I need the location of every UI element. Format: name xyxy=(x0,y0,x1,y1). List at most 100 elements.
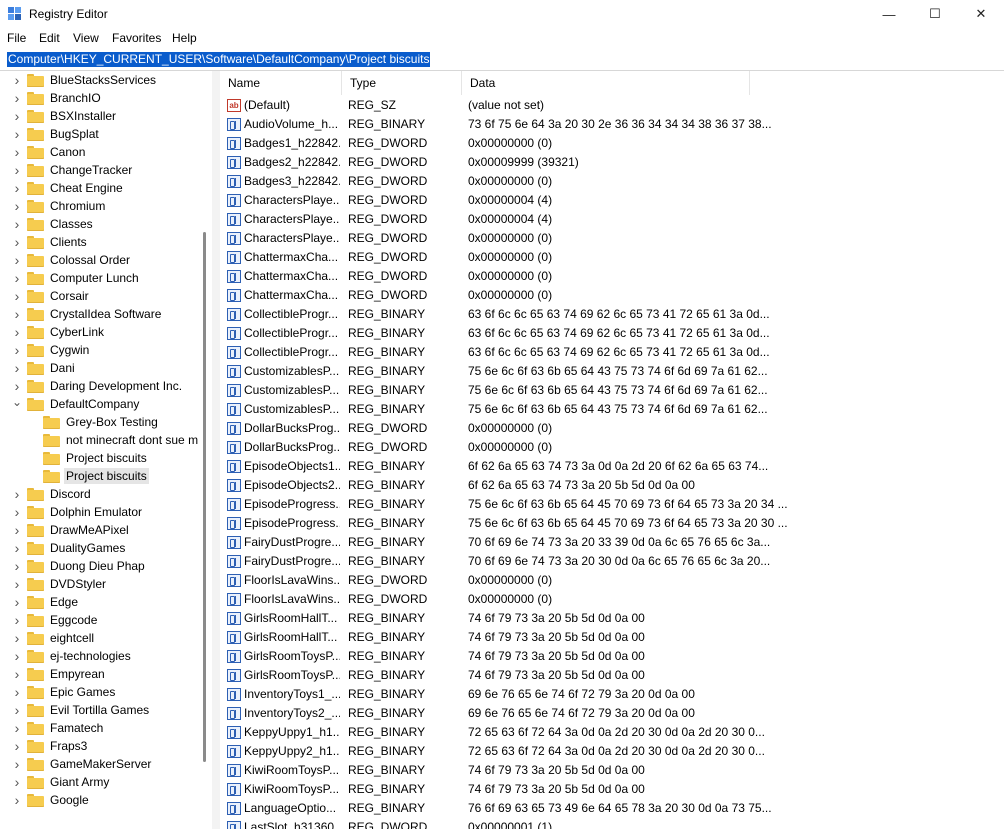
value-row[interactable]: CustomizablesP... REG_BINARY 75 6e 6c 6f 6… xyxy=(220,400,1004,419)
chevron-right-icon[interactable]: › xyxy=(12,179,22,197)
tree-item[interactable]: › BlueStacksServices xyxy=(12,71,158,89)
chevron-right-icon[interactable]: › xyxy=(12,161,22,179)
chevron-right-icon[interactable]: › xyxy=(12,359,22,377)
chevron-right-icon[interactable]: › xyxy=(12,683,22,701)
value-row[interactable]: KeppyUppy2_h1... REG_BINARY 72 65 63 6f 72… xyxy=(220,742,1004,761)
value-row[interactable]: ChattermaxCha... REG_DWORD 0x00000000 (0) xyxy=(220,267,1004,286)
chevron-right-icon[interactable]: › xyxy=(12,107,22,125)
tree-item[interactable]: › Empyrean xyxy=(12,665,107,683)
tree-item[interactable]: › Fraps3 xyxy=(12,737,89,755)
key-tree-pane[interactable]: › BlueStacksServices › BranchIO › BSXInstalle… xyxy=(0,71,212,829)
chevron-right-icon[interactable]: › xyxy=(12,269,22,287)
values-list-pane[interactable]: Name Type Data ab (Default) REG_SZ (value n… xyxy=(220,71,1004,829)
chevron-right-icon[interactable]: › xyxy=(12,647,22,665)
tree-item[interactable]: › Computer Lunch xyxy=(12,269,141,287)
column-name[interactable]: Name xyxy=(220,71,342,95)
value-row[interactable]: DollarBucksProg... REG_DWORD 0x00000000 (0… xyxy=(220,438,1004,457)
tree-item[interactable]: › CrystalIdea Software xyxy=(12,305,163,323)
tree-item[interactable]: › Clients xyxy=(12,233,89,251)
tree-item[interactable]: › Duong Dieu Phap xyxy=(12,557,147,575)
chevron-right-icon[interactable]: › xyxy=(12,71,22,89)
tree-item[interactable]: › Famatech xyxy=(12,719,105,737)
value-row[interactable]: EpisodeProgress... REG_BINARY 75 6e 6c 6f … xyxy=(220,514,1004,533)
chevron-right-icon[interactable]: › xyxy=(12,233,22,251)
tree-item[interactable]: › Colossal Order xyxy=(12,251,132,269)
tree-item[interactable]: not minecraft dont sue m xyxy=(28,431,200,449)
tree-item[interactable]: Grey-Box Testing xyxy=(28,413,160,431)
chevron-right-icon[interactable]: › xyxy=(12,629,22,647)
tree-item[interactable]: › CyberLink xyxy=(12,323,106,341)
tree-item[interactable]: › Eggcode xyxy=(12,611,99,629)
value-row[interactable]: ChattermaxCha... REG_DWORD 0x00000000 (0) xyxy=(220,248,1004,267)
chevron-right-icon[interactable]: › xyxy=(12,89,22,107)
minimize-button[interactable]: — xyxy=(866,0,912,28)
column-data[interactable]: Data xyxy=(462,71,750,95)
chevron-right-icon[interactable]: › xyxy=(12,197,22,215)
value-row[interactable]: Badges1_h22842... REG_DWORD 0x00000000 (0) xyxy=(220,134,1004,153)
address-bar[interactable]: Computer\HKEY_CURRENT_USER\Software\Defa… xyxy=(0,50,1004,71)
maximize-button[interactable]: ☐ xyxy=(912,0,958,28)
chevron-right-icon[interactable]: › xyxy=(12,323,22,341)
tree-item[interactable]: › Dani xyxy=(12,359,77,377)
value-row[interactable]: GirlsRoomHallT... REG_BINARY 74 6f 79 73 3… xyxy=(220,609,1004,628)
chevron-right-icon[interactable]: › xyxy=(12,719,22,737)
value-row[interactable]: CollectibleProgr... REG_BINARY 63 6f 6c 6c… xyxy=(220,343,1004,362)
column-type[interactable]: Type xyxy=(342,71,462,95)
menu-view[interactable]: View xyxy=(73,31,99,45)
chevron-right-icon[interactable]: › xyxy=(12,503,22,521)
value-row[interactable]: CharactersPlaye... REG_DWORD 0x00000000 (0… xyxy=(220,229,1004,248)
chevron-right-icon[interactable]: › xyxy=(12,251,22,269)
chevron-right-icon[interactable]: › xyxy=(12,611,22,629)
value-row[interactable]: GirlsRoomToysP... REG_BINARY 74 6f 79 73 3… xyxy=(220,666,1004,685)
tree-item[interactable]: › Classes xyxy=(12,215,95,233)
value-row[interactable]: FloorIsLavaWins... REG_DWORD 0x00000000 (0… xyxy=(220,571,1004,590)
chevron-right-icon[interactable]: › xyxy=(12,791,22,809)
chevron-right-icon[interactable]: › xyxy=(12,575,22,593)
value-row[interactable]: GirlsRoomHallT... REG_BINARY 74 6f 79 73 3… xyxy=(220,628,1004,647)
tree-item[interactable]: › Cygwin xyxy=(12,341,91,359)
value-row[interactable]: ChattermaxCha... REG_DWORD 0x00000000 (0) xyxy=(220,286,1004,305)
tree-item[interactable]: › BranchIO xyxy=(12,89,103,107)
tree-item[interactable]: Project biscuits xyxy=(28,467,149,485)
tree-item[interactable]: › DVDStyler xyxy=(12,575,108,593)
value-row[interactable]: AudioVolume_h... REG_BINARY 73 6f 75 6e 64… xyxy=(220,115,1004,134)
value-row[interactable]: EpisodeProgress... REG_BINARY 75 6e 6c 6f … xyxy=(220,495,1004,514)
tree-item[interactable]: › Cheat Engine xyxy=(12,179,125,197)
chevron-right-icon[interactable]: › xyxy=(12,737,22,755)
tree-item[interactable]: › Discord xyxy=(12,485,93,503)
tree-item[interactable]: › BSXInstaller xyxy=(12,107,118,125)
value-row[interactable]: KiwiRoomToysP... REG_BINARY 74 6f 79 73 3a… xyxy=(220,761,1004,780)
value-row[interactable]: InventoryToys1_... REG_BINARY 69 6e 76 65 … xyxy=(220,685,1004,704)
value-row[interactable]: CustomizablesP... REG_BINARY 75 6e 6c 6f 6… xyxy=(220,381,1004,400)
value-row[interactable]: LanguageOptio... REG_BINARY 76 6f 69 63 65… xyxy=(220,799,1004,818)
value-row[interactable]: CustomizablesP... REG_BINARY 75 6e 6c 6f 6… xyxy=(220,362,1004,381)
chevron-right-icon[interactable]: › xyxy=(12,557,22,575)
tree-item[interactable]: › Chromium xyxy=(12,197,107,215)
value-row[interactable]: ab (Default) REG_SZ (value not set) xyxy=(220,96,1004,115)
chevron-right-icon[interactable]: › xyxy=(12,485,22,503)
tree-item[interactable]: › Dolphin Emulator xyxy=(12,503,144,521)
tree-item[interactable]: › Epic Games xyxy=(12,683,117,701)
value-row[interactable]: Badges2_h22842... REG_DWORD 0x00009999 (39… xyxy=(220,153,1004,172)
pane-splitter[interactable] xyxy=(212,71,220,829)
chevron-right-icon[interactable]: › xyxy=(12,341,22,359)
tree-item[interactable]: › ChangeTracker xyxy=(12,161,134,179)
value-row[interactable]: GirlsRoomToysP... REG_BINARY 74 6f 79 73 3… xyxy=(220,647,1004,666)
menu-favorites[interactable]: Favorites xyxy=(112,31,161,45)
close-button[interactable]: ✕ xyxy=(958,0,1004,28)
value-row[interactable]: EpisodeObjects1... REG_BINARY 6f 62 6a 65 … xyxy=(220,457,1004,476)
value-row[interactable]: FairyDustProgre... REG_BINARY 70 6f 69 6e … xyxy=(220,533,1004,552)
value-row[interactable]: CollectibleProgr... REG_BINARY 63 6f 6c 6c… xyxy=(220,324,1004,343)
value-row[interactable]: EpisodeObjects2... REG_BINARY 6f 62 6a 65 … xyxy=(220,476,1004,495)
menu-file[interactable]: File xyxy=(7,31,26,45)
value-row[interactable]: KiwiRoomToysP... REG_BINARY 74 6f 79 73 3a… xyxy=(220,780,1004,799)
value-row[interactable]: CharactersPlaye... REG_DWORD 0x00000004 (4… xyxy=(220,191,1004,210)
value-row[interactable]: LastSlot_h31360... REG_DWORD 0x00000001 (1… xyxy=(220,818,1004,829)
menu-help[interactable]: Help xyxy=(172,31,197,45)
chevron-right-icon[interactable]: › xyxy=(12,701,22,719)
value-row[interactable]: DollarBucksProg... REG_DWORD 0x00000000 (0… xyxy=(220,419,1004,438)
chevron-right-icon[interactable]: › xyxy=(12,539,22,557)
tree-item[interactable]: ⌄ DefaultCompany xyxy=(12,395,141,413)
chevron-down-icon[interactable]: ⌄ xyxy=(12,393,22,411)
tree-item[interactable]: › Daring Development Inc. xyxy=(12,377,184,395)
